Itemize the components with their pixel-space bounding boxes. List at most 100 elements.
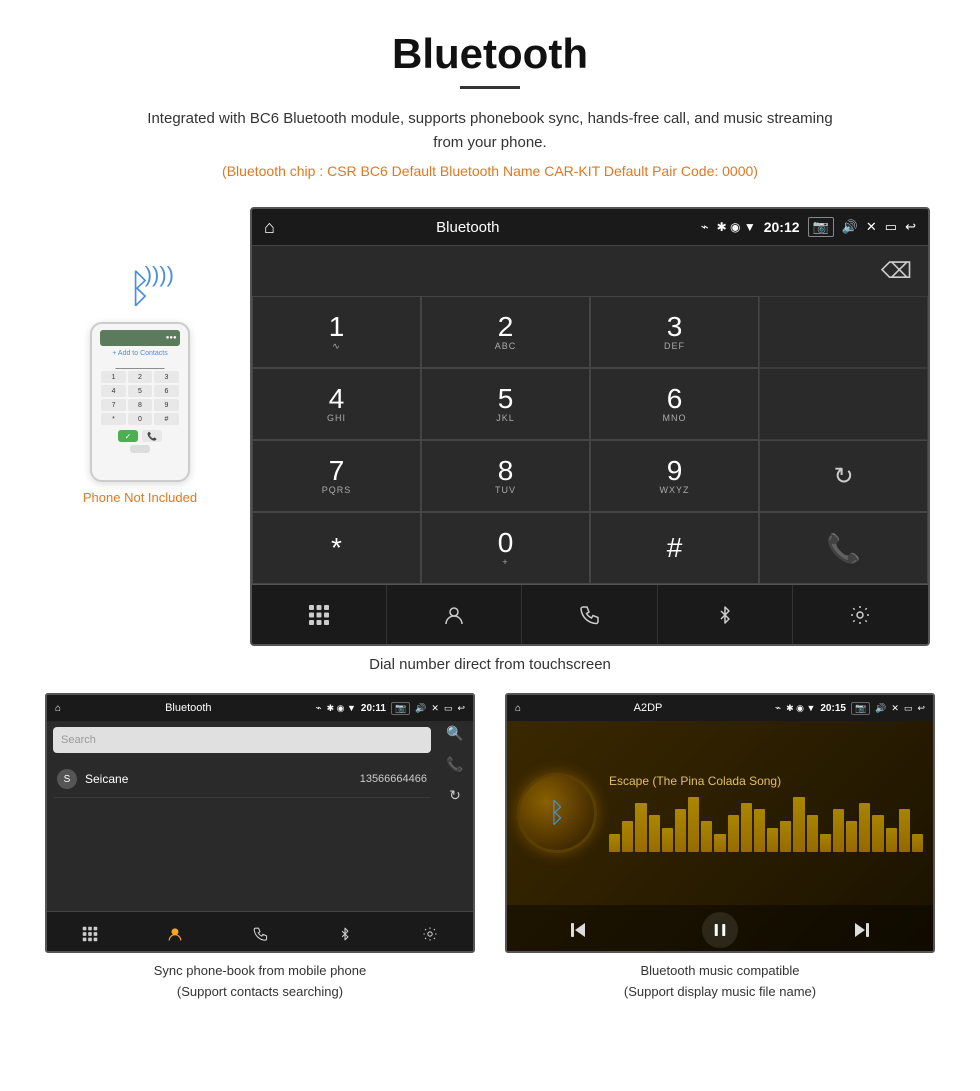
dial-key-3[interactable]: 3 DEF	[590, 296, 759, 368]
music-prev-btn[interactable]	[507, 918, 649, 942]
entry-number: 13566664466	[360, 773, 427, 785]
entry-letter: S	[57, 769, 77, 789]
nav-contacts-btn[interactable]	[387, 585, 522, 644]
car-bottom-nav	[252, 584, 928, 644]
pb-status-icons: ✱ ◉ ▼	[327, 703, 356, 714]
phone-key-9: 9	[154, 399, 178, 411]
phonebook-list: Search S Seicane 13566664466	[47, 721, 437, 808]
dial-key-refresh[interactable]: ↻	[759, 440, 928, 512]
statusbar-title: Bluetooth	[250, 219, 693, 236]
phone-key-7: 7	[101, 399, 125, 411]
pb-nav-call[interactable]	[217, 912, 302, 953]
page-title: Bluetooth	[20, 30, 960, 78]
phonebook-wrapper: Search S Seicane 13566664466 🔍 📞 ↻	[47, 721, 473, 953]
close-icon[interactable]: ✕	[866, 219, 877, 235]
pb-call-icon[interactable]: 📞	[446, 756, 463, 773]
dialpad-display: ⌫	[252, 246, 928, 296]
dial-key-star[interactable]: *	[252, 512, 421, 584]
music-info: Escape (The Pina Colada Song)	[609, 774, 923, 852]
music-caption: Bluetooth music compatible (Support disp…	[624, 961, 816, 1003]
phone-key-4: 4	[101, 385, 125, 397]
music-next-btn[interactable]	[791, 918, 933, 942]
phone-key-5: 5	[128, 385, 152, 397]
pb-nav-settings[interactable]	[388, 912, 473, 953]
phone-top-bar: ●●●	[100, 330, 179, 346]
camera-icon[interactable]: 📷	[808, 217, 834, 237]
backspace-icon[interactable]: ⌫	[881, 258, 912, 284]
phone-call-icon: 📞	[142, 430, 162, 442]
nav-settings-btn[interactable]	[793, 585, 928, 644]
nav-bluetooth-btn[interactable]	[658, 585, 793, 644]
wifi-arcs-icon: ))))	[145, 262, 174, 288]
phone-not-included: Phone Not Included	[83, 490, 197, 505]
phonebook-entry[interactable]: S Seicane 13566664466	[53, 761, 431, 798]
call-green-icon[interactable]: 📞	[826, 532, 861, 565]
dial-key-9[interactable]: 9 WXYZ	[590, 440, 759, 512]
dialpad-area: ⌫ 1 ∿ 2 ABC 3 DEF 4 GHI 5 J	[252, 245, 928, 584]
music-visualizer	[609, 792, 923, 852]
phonebook-screenshot: ⌂ Bluetooth ⌁ ✱ ◉ ▼ 20:11 📷 🔊 ✕ ▭ ↩ Sear…	[40, 693, 480, 1003]
entry-name: Seicane	[85, 772, 360, 786]
music-screenshot: ⌂ A2DP ⌁ ✱ ◉ ▼ 20:15 📷 🔊 ✕ ▭ ↩ ᛒ Escape	[500, 693, 940, 1003]
pb-vol-icon: 🔊	[415, 703, 426, 714]
dial-key-7[interactable]: 7 PQRS	[252, 440, 421, 512]
bottom-screenshots: ⌂ Bluetooth ⌁ ✱ ◉ ▼ 20:11 📷 🔊 ✕ ▭ ↩ Sear…	[0, 693, 980, 1003]
phone-bottom-buttons: ✓ 📞	[118, 430, 162, 442]
phone-key-1: 1	[101, 371, 125, 383]
music-screen: ⌂ A2DP ⌁ ✱ ◉ ▼ 20:15 📷 🔊 ✕ ▭ ↩ ᛒ Escape	[505, 693, 935, 953]
pb-nav-bt[interactable]	[303, 912, 388, 953]
pb-refresh-icon[interactable]: ↻	[449, 787, 461, 804]
phonebook-bottom-nav	[47, 911, 473, 953]
phone-area: ᛒ )))) ●●● + Add to Contacts ___________…	[50, 207, 230, 505]
music-time: 20:15	[820, 703, 846, 714]
music-play-icon[interactable]	[702, 912, 738, 948]
back-icon[interactable]: ↩	[905, 219, 916, 235]
dial-key-0[interactable]: 0 +	[421, 512, 590, 584]
phone-key-3: 3	[154, 371, 178, 383]
pb-back-icon: ↩	[457, 703, 465, 714]
bluetooth-icon-wrapper: ᛒ ))))	[128, 267, 152, 312]
phone-display: ___________	[116, 360, 165, 369]
dial-key-4[interactable]: 4 GHI	[252, 368, 421, 440]
phonebook-statusbar: ⌂ Bluetooth ⌁ ✱ ◉ ▼ 20:11 📷 🔊 ✕ ▭ ↩	[47, 695, 473, 721]
pb-nav-dialpad[interactable]	[47, 912, 132, 953]
usb-icon: ⌁	[701, 219, 709, 235]
dial-key-2[interactable]: 2 ABC	[421, 296, 590, 368]
phonebook-search[interactable]: Search	[53, 727, 431, 753]
dial-key-6[interactable]: 6 MNO	[590, 368, 759, 440]
pb-search-icon[interactable]: 🔍	[446, 725, 463, 742]
phonebook-caption: Sync phone-book from mobile phone (Suppo…	[154, 961, 366, 1003]
dial-key-empty-1	[759, 296, 928, 368]
volume-icon[interactable]: 🔊	[842, 219, 858, 235]
car-screen-main: ⌂ Bluetooth ⌁ ✱ ◉ ▼ 20:12 📷 🔊 ✕ ▭ ↩ ⌫ 1 …	[250, 207, 930, 646]
phone-home-btn	[130, 445, 150, 453]
music-home-icon: ⌂	[515, 703, 521, 714]
music-song-title: Escape (The Pina Colada Song)	[609, 774, 923, 788]
music-statusbar: ⌂ A2DP ⌁ ✱ ◉ ▼ 20:15 📷 🔊 ✕ ▭ ↩	[507, 695, 933, 721]
nav-call-btn[interactable]	[522, 585, 657, 644]
dial-key-1[interactable]: 1 ∿	[252, 296, 421, 368]
pb-home-icon: ⌂	[55, 703, 61, 714]
music-vol-icon: 🔊	[875, 703, 886, 714]
window-icon[interactable]: ▭	[885, 219, 897, 235]
music-back-icon: ↩	[917, 703, 925, 714]
music-bt-icon: ᛒ	[549, 797, 566, 829]
statusbar-time: 20:12	[764, 219, 800, 235]
phone-call-green: ✓	[118, 430, 138, 442]
music-camera-icon: 📷	[851, 702, 870, 715]
music-title: A2DP	[526, 702, 770, 714]
pb-nav-contacts[interactable]	[132, 912, 217, 953]
dial-key-hash[interactable]: #	[590, 512, 759, 584]
music-playpause-btn[interactable]	[649, 912, 791, 948]
music-window-icon: ▭	[904, 703, 913, 714]
dial-key-5[interactable]: 5 JKL	[421, 368, 590, 440]
pb-title: Bluetooth	[66, 702, 311, 714]
phonebook-screen: ⌂ Bluetooth ⌁ ✱ ◉ ▼ 20:11 📷 🔊 ✕ ▭ ↩ Sear…	[45, 693, 475, 953]
title-underline	[460, 86, 520, 89]
nav-dialpad-btn[interactable]	[252, 585, 387, 644]
phone-key-0: 0	[128, 413, 152, 425]
phone-dialpad: 1 2 3 4 5 6 7 8 9 * 0 #	[101, 371, 178, 425]
dial-key-8[interactable]: 8 TUV	[421, 440, 590, 512]
pb-window-icon: ▭	[444, 703, 453, 714]
music-content: ᛒ Escape (The Pina Colada Song)	[507, 721, 933, 953]
